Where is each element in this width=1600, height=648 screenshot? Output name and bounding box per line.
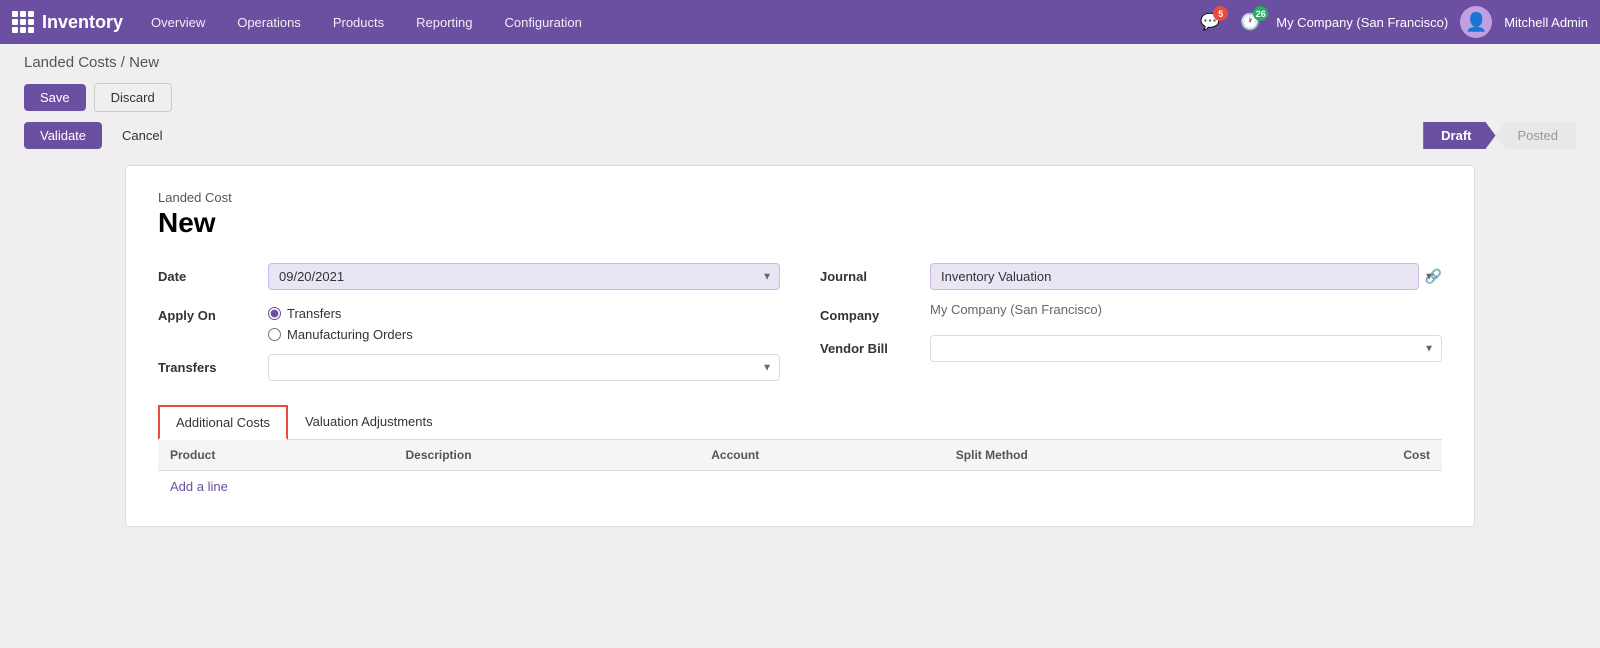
tab-additional-costs-label: Additional Costs <box>176 415 270 430</box>
status-posted[interactable]: Posted <box>1496 122 1576 149</box>
cancel-button[interactable]: Cancel <box>110 122 174 149</box>
user-avatar[interactable]: 👤 <box>1460 6 1492 38</box>
journal-value: Inventory Valuation ▼ 🔗 <box>930 263 1442 290</box>
nav-right: 💬 5 🕐 26 My Company (San Francisco) 👤 Mi… <box>1196 6 1588 38</box>
activity-notification[interactable]: 🕐 26 <box>1236 8 1264 36</box>
col-product: Product <box>158 440 394 471</box>
apply-on-label: Apply On <box>158 302 268 323</box>
form-title: New <box>158 207 1442 239</box>
col-split-method: Split Method <box>944 440 1270 471</box>
form-left: Date ▼ Apply On <box>158 263 780 381</box>
tab-valuation-adjustments[interactable]: Valuation Adjustments <box>288 405 450 440</box>
transfers-field-row: Transfers ▼ <box>158 354 780 381</box>
transfers-label: Transfers <box>158 354 268 375</box>
radio-transfers-label: Transfers <box>287 306 341 321</box>
journal-label: Journal <box>820 263 930 284</box>
breadcrumb: Landed Costs / New <box>0 44 1600 77</box>
main-content: Landed Cost New Date ▼ Apply On <box>0 157 1600 551</box>
company-field-row: Company My Company (San Francisco) <box>820 302 1442 323</box>
message-notification[interactable]: 💬 5 <box>1196 8 1224 36</box>
validate-bar: Validate Cancel Draft Posted <box>0 118 1600 157</box>
form-card: Landed Cost New Date ▼ Apply On <box>125 165 1475 527</box>
breadcrumb-title: Landed Costs / New <box>24 54 159 71</box>
nav-overview[interactable]: Overview <box>135 0 221 44</box>
transfers-select[interactable] <box>268 354 780 381</box>
tab-additional-costs[interactable]: Additional Costs <box>158 405 288 440</box>
transfers-value: ▼ <box>268 354 780 381</box>
vendor-bill-select[interactable] <box>930 335 1442 362</box>
journal-external-link-icon[interactable]: 🔗 <box>1425 268 1442 285</box>
apply-on-value: Transfers Manufacturing Orders <box>268 302 780 342</box>
company-value: My Company (San Francisco) <box>930 302 1442 317</box>
col-cost: Cost <box>1270 440 1442 471</box>
form-subtitle: Landed Cost <box>158 190 1442 205</box>
discard-button[interactable]: Discard <box>94 83 172 112</box>
journal-field-row: Journal Inventory Valuation ▼ 🔗 <box>820 263 1442 290</box>
tabs: Additional Costs Valuation Adjustments <box>158 405 1442 440</box>
vendor-bill-value: ▼ <box>930 335 1442 362</box>
nav-reporting[interactable]: Reporting <box>400 0 488 44</box>
message-count: 5 <box>1213 6 1228 21</box>
nav-configuration[interactable]: Configuration <box>489 0 598 44</box>
apply-on-radio-group: Transfers Manufacturing Orders <box>268 302 780 342</box>
user-name: Mitchell Admin <box>1504 15 1588 30</box>
cost-table: Product Description Account Split Method… <box>158 440 1442 471</box>
radio-manufacturing-input[interactable] <box>268 328 281 341</box>
radio-transfers[interactable]: Transfers <box>268 306 780 321</box>
company-label: Company <box>820 302 930 323</box>
date-input[interactable] <box>268 263 780 290</box>
vendor-bill-field-row: Vendor Bill ▼ <box>820 335 1442 362</box>
tab-valuation-adjustments-label: Valuation Adjustments <box>305 414 433 429</box>
radio-manufacturing-label: Manufacturing Orders <box>287 327 413 342</box>
company-name: My Company (San Francisco) <box>1276 15 1448 30</box>
apply-on-field-row: Apply On Transfers Manufacturing Orders <box>158 302 780 342</box>
grid-icon <box>12 11 34 33</box>
nav-menu: Overview Operations Products Reporting C… <box>135 0 1196 44</box>
top-navigation: Inventory Overview Operations Products R… <box>0 0 1600 44</box>
date-label: Date <box>158 263 268 284</box>
nav-operations[interactable]: Operations <box>221 0 317 44</box>
company-plain: My Company (San Francisco) <box>930 296 1102 317</box>
radio-transfers-input[interactable] <box>268 307 281 320</box>
status-bar: Draft Posted <box>1423 122 1576 149</box>
date-value: ▼ <box>268 263 780 290</box>
col-account: Account <box>699 440 944 471</box>
col-description: Description <box>394 440 700 471</box>
journal-select[interactable]: Inventory Valuation <box>930 263 1419 290</box>
vendor-bill-label: Vendor Bill <box>820 335 930 356</box>
save-button[interactable]: Save <box>24 84 86 111</box>
status-draft[interactable]: Draft <box>1423 122 1495 149</box>
app-name: Inventory <box>42 12 123 33</box>
action-bar: Save Discard <box>0 77 1600 118</box>
add-line-button[interactable]: Add a line <box>158 471 240 502</box>
validate-button[interactable]: Validate <box>24 122 102 149</box>
form-grid: Date ▼ Apply On <box>158 263 1442 381</box>
radio-manufacturing[interactable]: Manufacturing Orders <box>268 327 780 342</box>
activity-count: 26 <box>1253 6 1268 21</box>
date-field-row: Date ▼ <box>158 263 780 290</box>
form-right: Journal Inventory Valuation ▼ 🔗 Company <box>820 263 1442 381</box>
app-logo[interactable]: Inventory <box>12 11 123 33</box>
nav-products[interactable]: Products <box>317 0 400 44</box>
